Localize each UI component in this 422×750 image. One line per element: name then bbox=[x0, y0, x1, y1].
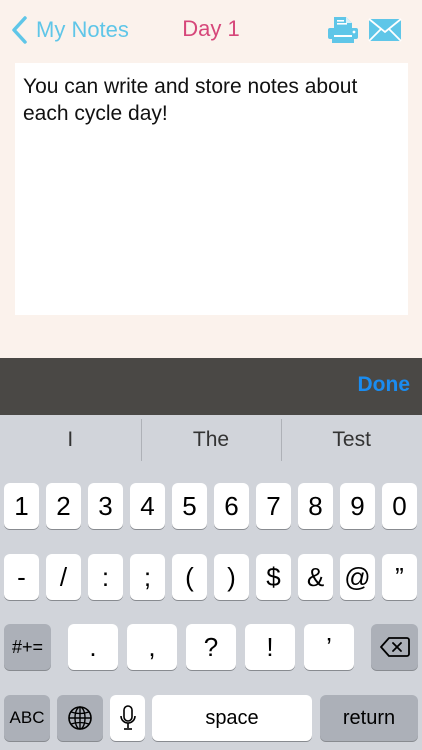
navigation-bar: My Notes Day 1 bbox=[0, 0, 422, 60]
key-9[interactable]: 9 bbox=[340, 483, 375, 529]
key-apostrophe[interactable]: ’ bbox=[304, 624, 354, 670]
suggestion-bar: I The Test bbox=[0, 415, 422, 465]
microphone-key[interactable] bbox=[110, 695, 145, 741]
key-3[interactable]: 3 bbox=[88, 483, 123, 529]
return-key[interactable]: return bbox=[320, 695, 418, 741]
key-4[interactable]: 4 bbox=[130, 483, 165, 529]
key-2[interactable]: 2 bbox=[46, 483, 81, 529]
key-1[interactable]: 1 bbox=[4, 483, 39, 529]
page-title: Day 1 bbox=[182, 16, 240, 41]
key-slash[interactable]: / bbox=[46, 554, 81, 600]
key-comma[interactable]: , bbox=[127, 624, 177, 670]
backspace-icon bbox=[379, 637, 410, 657]
suggestion-item[interactable]: I bbox=[0, 415, 141, 465]
key-0[interactable]: 0 bbox=[382, 483, 417, 529]
globe-key[interactable] bbox=[57, 695, 103, 741]
key-at[interactable]: @ bbox=[340, 554, 375, 600]
key-close-paren[interactable]: ) bbox=[214, 554, 249, 600]
suggestion-item[interactable]: Test bbox=[281, 415, 422, 465]
key-colon[interactable]: : bbox=[88, 554, 123, 600]
key-quote[interactable]: ” bbox=[382, 554, 417, 600]
keyboard: I The Test 1 2 3 4 5 6 7 8 9 0 - / : ; (… bbox=[0, 415, 422, 750]
space-key[interactable]: space bbox=[152, 695, 312, 741]
printer-icon bbox=[328, 17, 358, 43]
note-text: You can write and store notes about each… bbox=[23, 75, 358, 125]
note-text-area[interactable]: You can write and store notes about each… bbox=[15, 63, 408, 315]
suggestion-item[interactable]: The bbox=[140, 415, 282, 465]
key-exclamation[interactable]: ! bbox=[245, 624, 295, 670]
backspace-key[interactable] bbox=[371, 624, 418, 670]
keyboard-accessory-bar: Done bbox=[0, 358, 422, 415]
mail-button[interactable] bbox=[368, 12, 402, 48]
key-semicolon[interactable]: ; bbox=[130, 554, 165, 600]
abc-key[interactable]: ABC bbox=[4, 695, 50, 741]
print-button[interactable] bbox=[326, 12, 360, 48]
key-ampersand[interactable]: & bbox=[298, 554, 333, 600]
done-button[interactable]: Done bbox=[358, 373, 411, 397]
key-8[interactable]: 8 bbox=[298, 483, 333, 529]
key-period[interactable]: . bbox=[68, 624, 118, 670]
envelope-icon bbox=[368, 18, 402, 42]
microphone-icon bbox=[119, 705, 136, 730]
key-6[interactable]: 6 bbox=[214, 483, 249, 529]
key-question[interactable]: ? bbox=[186, 624, 236, 670]
more-symbols-key[interactable]: #+= bbox=[4, 624, 51, 670]
key-5[interactable]: 5 bbox=[172, 483, 207, 529]
key-hyphen[interactable]: - bbox=[4, 554, 39, 600]
key-open-paren[interactable]: ( bbox=[172, 554, 207, 600]
key-7[interactable]: 7 bbox=[256, 483, 291, 529]
globe-icon bbox=[68, 706, 92, 730]
key-dollar[interactable]: $ bbox=[256, 554, 291, 600]
